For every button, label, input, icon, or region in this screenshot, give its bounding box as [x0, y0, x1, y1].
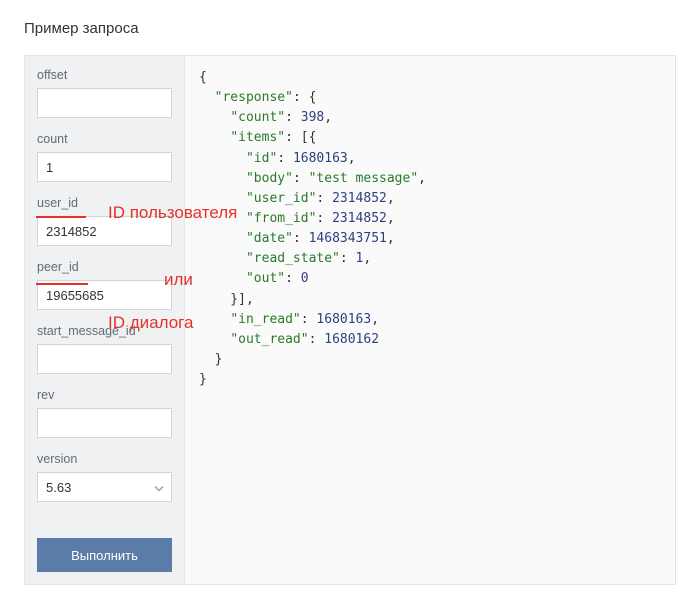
page-title: Пример запроса [24, 20, 676, 37]
field-user-id: user_id [37, 196, 172, 246]
field-peer-id: peer_id [37, 260, 172, 310]
input-rev[interactable] [37, 408, 172, 438]
request-panel: offset count user_id peer_id start_messa… [24, 55, 676, 585]
label-start-message-id: start_message_id [37, 324, 172, 338]
label-offset: offset [37, 68, 172, 82]
field-start-message-id: start_message_id [37, 324, 172, 374]
input-start-message-id[interactable] [37, 344, 172, 374]
select-version[interactable] [37, 472, 172, 502]
field-offset: offset [37, 68, 172, 118]
label-rev: rev [37, 388, 172, 402]
input-user-id[interactable] [37, 216, 172, 246]
input-count[interactable] [37, 152, 172, 182]
response-viewer: { "response": { "count": 398, "items": [… [185, 56, 675, 584]
label-version: version [37, 452, 172, 466]
execute-button[interactable]: Выполнить [37, 538, 172, 572]
input-peer-id[interactable] [37, 280, 172, 310]
input-offset[interactable] [37, 88, 172, 118]
label-count: count [37, 132, 172, 146]
field-count: count [37, 132, 172, 182]
field-rev: rev [37, 388, 172, 438]
params-sidebar: offset count user_id peer_id start_messa… [25, 56, 185, 584]
label-user-id: user_id [37, 196, 172, 210]
label-peer-id: peer_id [37, 260, 172, 274]
select-version-wrap [37, 472, 172, 502]
field-version: version [37, 452, 172, 502]
